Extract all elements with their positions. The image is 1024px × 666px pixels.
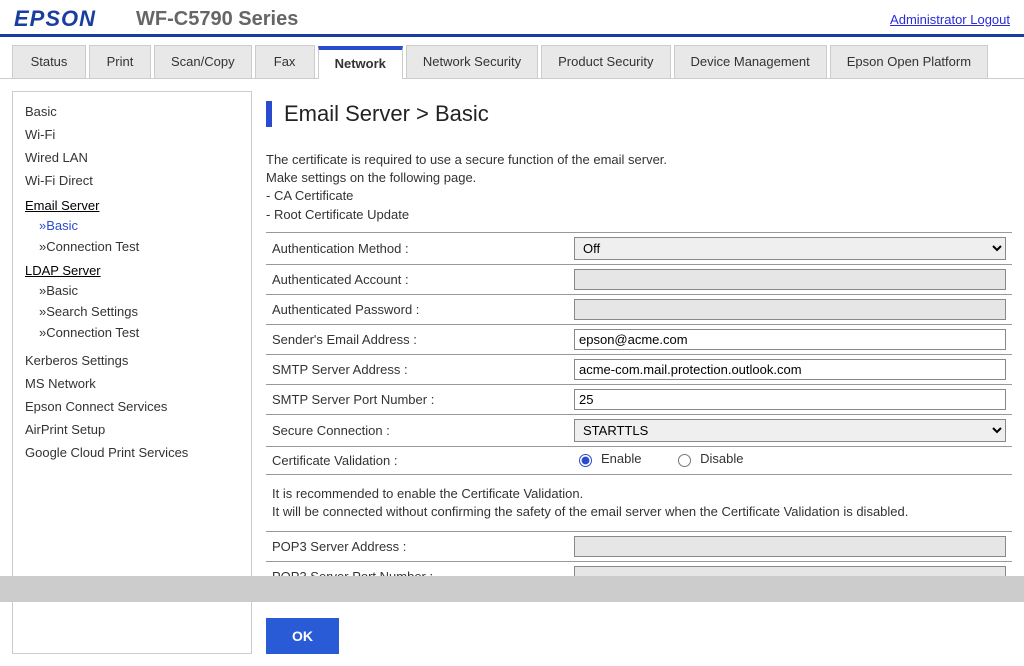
main-content: Email Server > Basic The certificate is …: [266, 91, 1012, 654]
auth-account-label: Authenticated Account :: [266, 264, 568, 294]
sidebar-item-wifi[interactable]: Wi-Fi: [25, 123, 239, 146]
page-root: EPSON WF-C5790 Series Administrator Logo…: [0, 0, 1024, 602]
pop3-address-input: [574, 536, 1006, 557]
ok-button[interactable]: OK: [266, 618, 339, 654]
sidebar-subitem-email-connection-test[interactable]: Connection Test: [25, 236, 239, 257]
epson-logo: EPSON: [14, 6, 96, 32]
settings-form: Authentication Method : Off Authenticate…: [266, 232, 1012, 592]
smtp-port-label: SMTP Server Port Number :: [266, 384, 568, 414]
enable-text: Enable: [601, 451, 641, 466]
model-name: WF-C5790 Series: [136, 8, 890, 31]
sidebar-item-basic[interactable]: Basic: [25, 100, 239, 123]
rec-line: It is recommended to enable the Certific…: [272, 485, 1006, 503]
sidebar-subitem-ldap-search[interactable]: Search Settings: [25, 301, 239, 322]
sidebar-item-kerberos[interactable]: Kerberos Settings: [25, 349, 239, 372]
pop3-address-label: POP3 Server Address :: [266, 532, 568, 562]
note-line: - Root Certificate Update: [266, 206, 1012, 224]
sidebar: Basic Wi-Fi Wired LAN Wi-Fi Direct Email…: [12, 91, 252, 654]
smtp-port-input[interactable]: [574, 389, 1006, 410]
sidebar-item-epson-connect[interactable]: Epson Connect Services: [25, 395, 239, 418]
cert-validation-disable-radio[interactable]: [678, 454, 691, 467]
tab-device-management[interactable]: Device Management: [674, 45, 827, 78]
tab-network[interactable]: Network: [318, 46, 403, 79]
rec-line: It will be connected without confirming …: [272, 503, 1006, 521]
tab-fax[interactable]: Fax: [255, 45, 315, 78]
auth-account-input: [574, 269, 1006, 290]
sidebar-item-airprint[interactable]: AirPrint Setup: [25, 418, 239, 441]
sender-email-label: Sender's Email Address :: [266, 324, 568, 354]
auth-method-select[interactable]: Off: [574, 237, 1006, 260]
cert-validation-disable-label[interactable]: Disable: [673, 451, 743, 467]
page-title: Email Server > Basic: [266, 101, 1012, 127]
sidebar-heading-email-server[interactable]: Email Server: [25, 192, 239, 215]
sidebar-item-wired-lan[interactable]: Wired LAN: [25, 146, 239, 169]
tab-print[interactable]: Print: [89, 45, 151, 78]
smtp-address-input[interactable]: [574, 359, 1006, 380]
tab-product-security[interactable]: Product Security: [541, 45, 670, 78]
main-tabs: Status Print Scan/Copy Fax Network Netwo…: [0, 37, 1024, 79]
sidebar-subitem-email-basic[interactable]: Basic: [25, 215, 239, 236]
note-line: The certificate is required to use a sec…: [266, 151, 1012, 169]
auth-password-label: Authenticated Password :: [266, 294, 568, 324]
sender-email-input[interactable]: [574, 329, 1006, 350]
bottom-bar: [0, 576, 1024, 602]
cert-validation-enable-radio[interactable]: [579, 454, 592, 467]
cert-validation-label: Certificate Validation :: [266, 446, 568, 474]
recommendation-note: It is recommended to enable the Certific…: [272, 479, 1006, 527]
disable-text: Disable: [700, 451, 743, 466]
cert-validation-enable-label[interactable]: Enable: [574, 451, 641, 467]
sidebar-subitem-ldap-basic[interactable]: Basic: [25, 280, 239, 301]
note-line: - CA Certificate: [266, 187, 1012, 205]
certificate-note: The certificate is required to use a sec…: [266, 151, 1012, 224]
sidebar-item-google-cloud-print[interactable]: Google Cloud Print Services: [25, 441, 239, 464]
secure-connection-label: Secure Connection :: [266, 414, 568, 446]
smtp-address-label: SMTP Server Address :: [266, 354, 568, 384]
tab-status[interactable]: Status: [12, 45, 86, 78]
sidebar-subitem-ldap-connection-test[interactable]: Connection Test: [25, 322, 239, 343]
sidebar-item-ms-network[interactable]: MS Network: [25, 372, 239, 395]
note-line: Make settings on the following page.: [266, 169, 1012, 187]
tab-network-security[interactable]: Network Security: [406, 45, 538, 78]
tab-epson-open-platform[interactable]: Epson Open Platform: [830, 45, 988, 78]
secure-connection-select[interactable]: STARTTLS: [574, 419, 1006, 442]
sidebar-item-wifi-direct[interactable]: Wi-Fi Direct: [25, 169, 239, 192]
tab-scan-copy[interactable]: Scan/Copy: [154, 45, 252, 78]
administrator-logout-link[interactable]: Administrator Logout: [890, 12, 1010, 27]
auth-password-input: [574, 299, 1006, 320]
header: EPSON WF-C5790 Series Administrator Logo…: [0, 0, 1024, 37]
sidebar-heading-ldap-server[interactable]: LDAP Server: [25, 257, 239, 280]
auth-method-label: Authentication Method :: [266, 232, 568, 264]
